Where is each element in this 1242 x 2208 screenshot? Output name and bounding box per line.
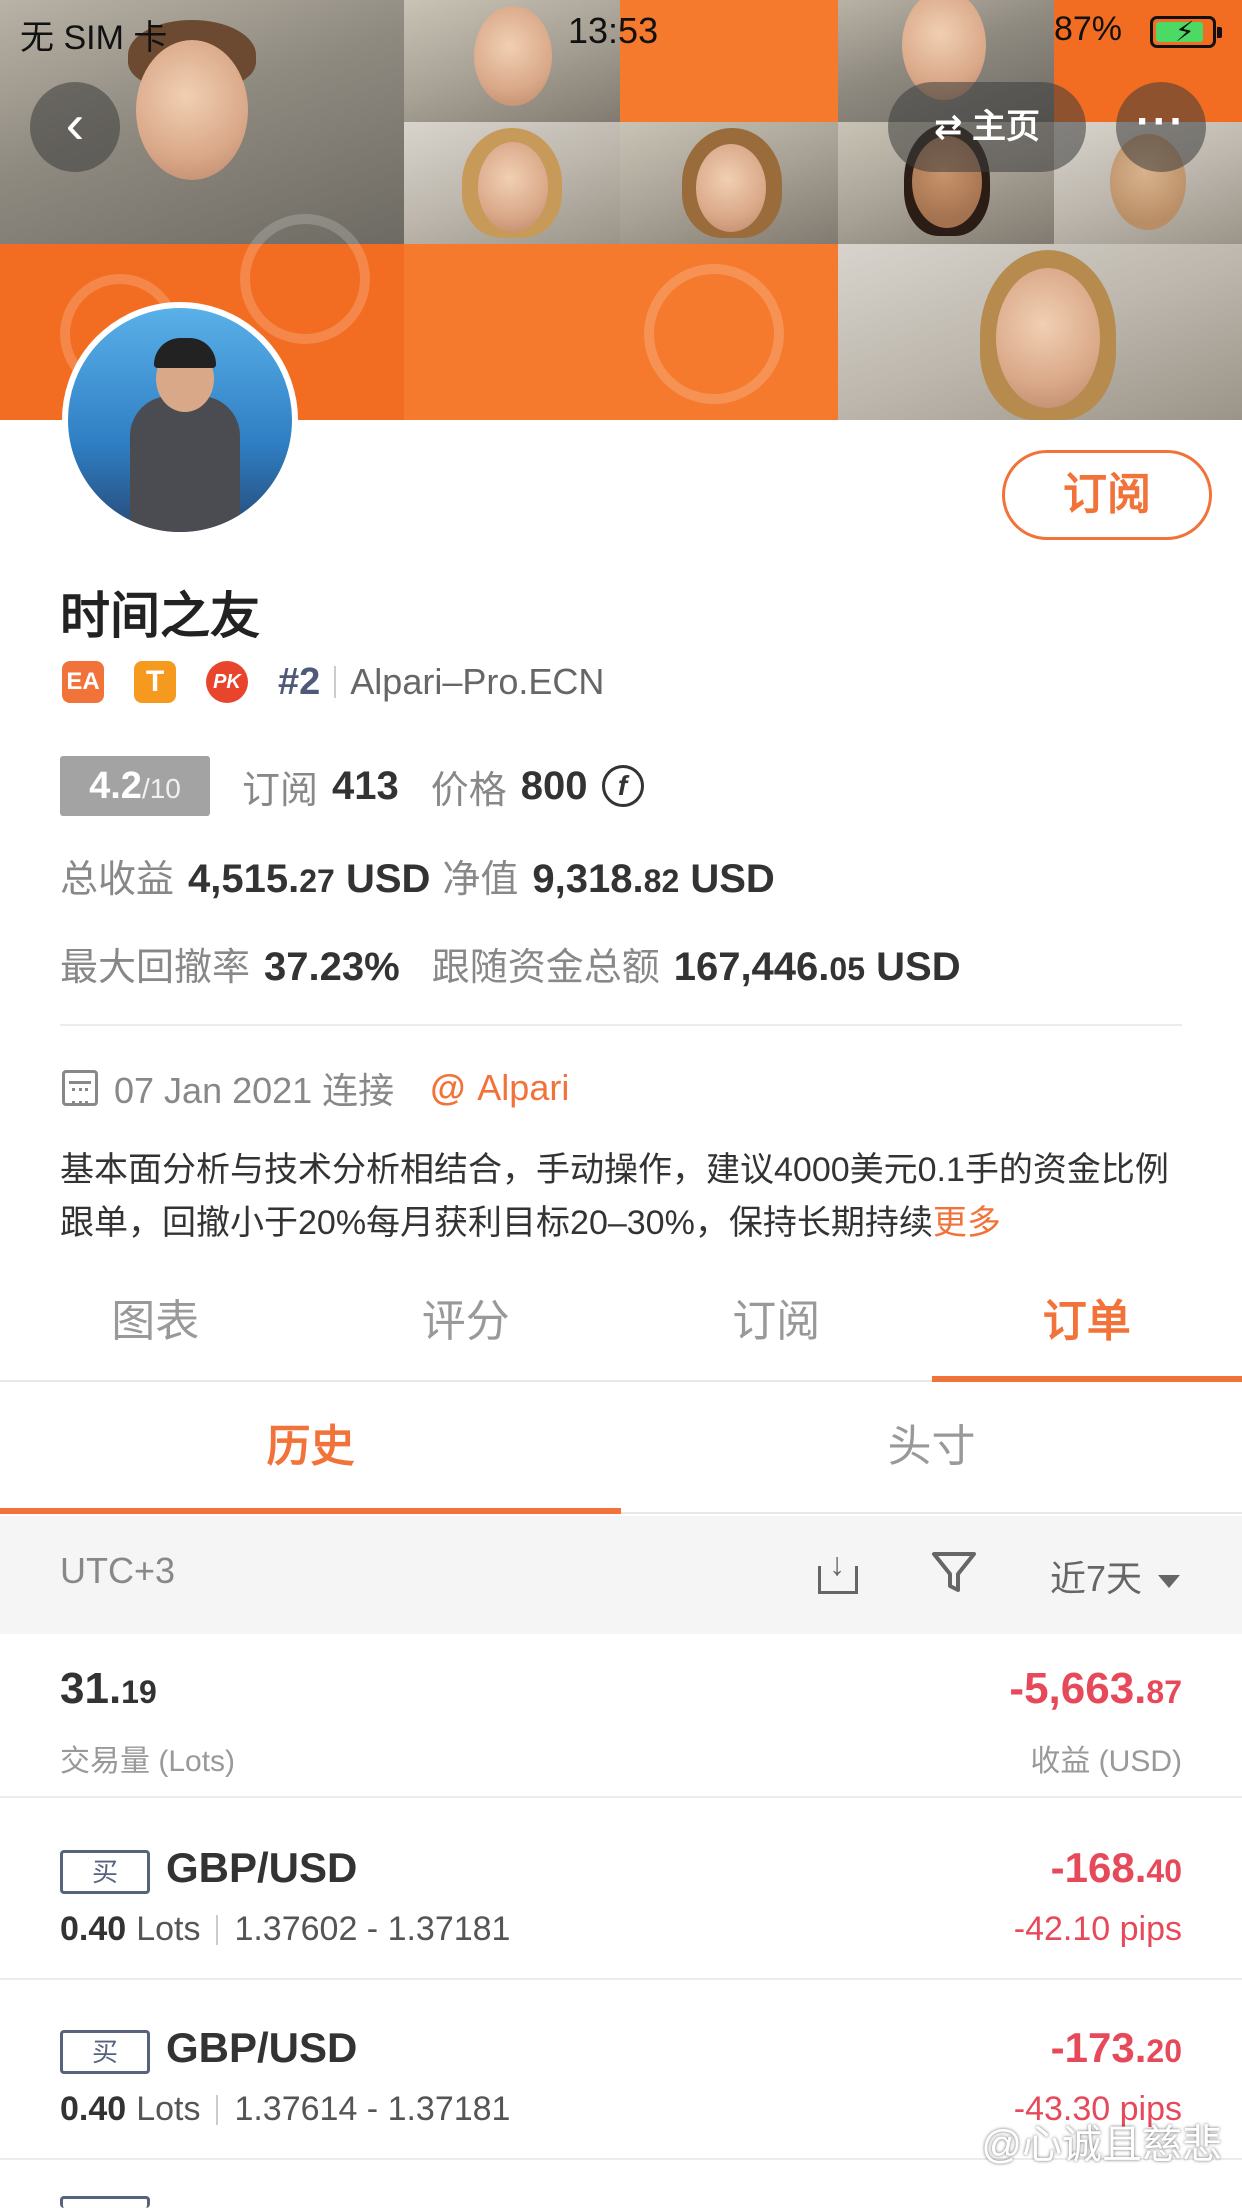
tab-orders[interactable]: 订单 [931,1282,1242,1382]
pk-flame-icon: PK [206,661,248,703]
stats-row-drawdown: 最大回撤率 37.23% 跟随资金总额 167,446.05 USD [60,936,993,996]
connect-date: 07 Jan 2021 连接 [114,1070,395,1111]
company-link[interactable]: Alpari [477,1067,569,1109]
battery-percent: 87% [1053,10,1122,48]
total-profit-value: 4,515.27 USD [188,857,431,901]
t-badge-icon: T [134,661,176,703]
price-range: 1.37602 - 1.37181 [234,1910,511,1948]
total-profit: -5,663.87 [1009,1664,1182,1713]
symbol: GBP/USD [166,1844,358,1891]
caret-down-icon [1158,1574,1181,1588]
trade-profit: -173.20 [1050,2024,1182,2071]
tab-subscription[interactable]: 订阅 [621,1282,932,1380]
trade-profit: -168.40 [1050,1844,1182,1891]
status-bar: 无 SIM 卡 13:53 87% ⚡ [0,0,1242,62]
home-button[interactable]: ⇄ 主页 [888,82,1086,172]
total-lots: 31.19 [60,1664,157,1713]
date-range-dropdown[interactable]: 近7天 [1050,1550,1181,1602]
calendar-icon [62,1070,98,1106]
price-value: 800 [520,763,588,808]
at-icon: @ [430,1067,466,1108]
symbol: GBP/USD [166,2024,358,2071]
total-profit-label: 总收益 [60,859,175,901]
timezone-label: UTC+3 [60,1550,176,1591]
strategy-description: 基本面分析与技术分析相结合，手动操作，建议4000美元0.1手的资金比例跟单，回… [60,1151,1169,1242]
banner-photo [620,122,838,244]
carrier-label: 无 SIM 卡 [20,19,168,57]
broker-server: Alpari–Pro.ECN [350,661,605,702]
home-label: 主页 [971,108,1040,146]
stats-row-profit: 总收益 4,515.27 USD 净值 9,318.82 USD [60,848,807,908]
badge-row: EA T PK #2 Alpari–Pro.ECN [62,656,604,708]
main-tabs: 图表 评分 订阅 订单 [0,1282,1242,1382]
back-button[interactable]: ‹ [30,82,120,172]
banner-photo [838,244,1242,420]
chevron-left-icon: ‹ [65,92,85,155]
download-icon[interactable]: ↓ [818,1546,858,1594]
watermark: @心诚且慈悲 [981,2123,1222,2167]
avatar[interactable] [62,302,298,538]
filter-button[interactable] [928,1546,980,1598]
subscriptions-label: 订阅 [242,769,319,812]
side-badge: 买 [60,1850,150,1894]
history-summary: 31.19 交易量 (Lots) -5,663.87 收益 (USD) [0,1636,1242,1798]
banner-photo [404,122,620,244]
trade-row[interactable]: 买 GBP/USD 0.40 Lots 1.37602 - 1.37181 -168… [0,1800,1242,1980]
price-range: 1.37614 - 1.37181 [234,2090,511,2128]
drawdown-value: 37.23% [264,945,400,989]
score-badge: 4.2/10 [60,756,210,816]
order-subtabs: 历史 头寸 [0,1384,1242,1514]
ea-badge-icon: EA [62,661,104,703]
trade-pips: -42.10 pips [1013,1910,1182,1948]
divider [60,1024,1182,1026]
rank: #2 [278,660,321,703]
coin-icon: f [601,765,644,807]
tab-chart[interactable]: 图表 [0,1282,311,1380]
filter-bar: UTC+3 ↓ 近7天 [0,1516,1242,1634]
swap-icon: ⇄ [934,108,972,146]
side-badge: 买 [60,2030,150,2074]
total-profit-label: 收益 (USD) [1030,1745,1182,1778]
follow-funds-label: 跟随资金总额 [431,947,660,989]
follow-funds-value: 167,446.05 USD [673,945,961,989]
more-link[interactable]: 更多 [933,1204,1001,1242]
subscribe-button[interactable]: 订阅 [1002,450,1212,540]
total-lots-label: 交易量 (Lots) [60,1745,236,1778]
stats-row-score: 4.2/10 订阅 413 价格 800 f [60,756,644,816]
equity-label: 净值 [442,859,519,901]
clock: 13:53 [568,10,659,51]
more-button[interactable]: ··· [1116,82,1206,172]
subtab-history[interactable]: 历史 [0,1384,621,1514]
tab-rating[interactable]: 评分 [311,1282,622,1380]
drawdown-label: 最大回撤率 [60,947,251,989]
subtab-positions[interactable]: 头寸 [621,1384,1242,1512]
trade-details: 0.40 Lots 1.37614 - 1.37181 [60,2090,511,2128]
subscriptions-count: 413 [332,763,399,808]
filter-icon [932,1552,976,1592]
trade-details: 0.40 Lots 1.37602 - 1.37181 [60,1910,511,1948]
connect-row: 07 Jan 2021 连接 @ Alpari [62,1060,569,1116]
profile-name: 时间之友 [60,588,260,644]
more-icon: ··· [1136,97,1186,146]
equity-value: 9,318.82 USD [532,857,775,901]
battery-icon: ⚡ [1150,16,1222,48]
price-label: 价格 [430,769,507,812]
